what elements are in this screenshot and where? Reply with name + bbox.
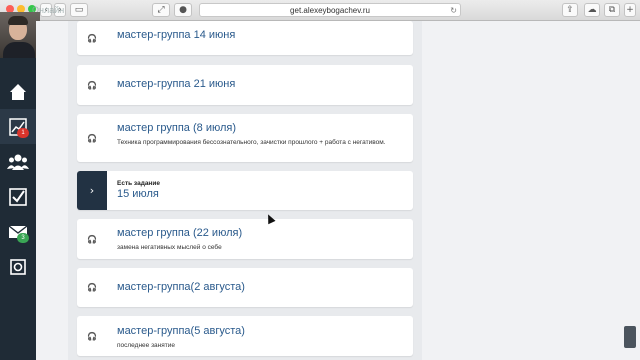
lesson-item[interactable]: 🎧 мастер-группа(5 августа) последнее зан… xyxy=(77,316,413,356)
people-icon xyxy=(7,154,29,170)
home-icon xyxy=(10,83,26,100)
lesson-item[interactable]: 🎧 мастер-группа 14 июня xyxy=(77,21,413,55)
lesson-title: 15 июля xyxy=(117,188,159,200)
audio-icon: 🎧 xyxy=(87,80,97,90)
fullscreen-icon[interactable]: ⤢ xyxy=(152,3,170,17)
lesson-title: мастер группа (22 июля) xyxy=(117,227,243,239)
reload-icon[interactable]: ↻ xyxy=(450,4,457,17)
audio-icon: 🎧 xyxy=(87,133,97,143)
browser-toolbar: ‹ › ▭ ⤢ ● get.alexeybogachev.ru ↻ ⇪ ☁ ⧉ … xyxy=(0,0,640,21)
lesson-item[interactable]: 🎧 мастер группа (8 июля) Техника програм… xyxy=(77,114,413,162)
new-tab-button[interactable]: + xyxy=(624,3,636,17)
extension-icon[interactable]: ● xyxy=(174,3,192,17)
webcam-overlay xyxy=(0,12,40,58)
lesson-description: замена негативных мыслей о себе xyxy=(117,244,222,251)
scroll-handle[interactable] xyxy=(624,326,636,348)
lesson-item[interactable]: 🎧 мастер-группа 21 июня xyxy=(77,65,413,105)
cloud-icon[interactable]: ☁ xyxy=(584,3,600,17)
task-label: Есть задание xyxy=(117,180,160,187)
share-icon[interactable]: ⇪ xyxy=(562,3,578,17)
sidebar: 1 3 xyxy=(0,56,36,360)
audio-icon: 🎧 xyxy=(87,234,97,244)
audio-icon: 🎧 xyxy=(87,33,97,43)
lesson-description: последнее занятие xyxy=(117,342,175,349)
main-content: 🎧 мастер-группа 14 июня 🎧 мастер-группа … xyxy=(36,21,640,360)
sidebar-item-community[interactable] xyxy=(0,144,36,179)
gear-icon xyxy=(10,258,26,275)
sidebar-item-settings[interactable] xyxy=(0,249,36,284)
lesson-item[interactable]: 🎧 мастер группа (22 июля) замена негатив… xyxy=(77,219,413,259)
lesson-title: мастер-группа 14 июня xyxy=(117,29,236,41)
audio-icon: 🎧 xyxy=(87,283,97,292)
messages-badge: 3 xyxy=(17,233,29,243)
lesson-title: мастер-группа 21 июня xyxy=(117,78,236,90)
lesson-title: мастер группа (8 июля) xyxy=(117,122,237,134)
chevron-right-icon: › xyxy=(77,171,107,210)
lesson-item-task[interactable]: › Есть задание 15 июля xyxy=(77,171,413,210)
sidebar-item-progress[interactable]: 1 xyxy=(0,109,36,144)
progress-badge: 1 xyxy=(17,128,29,138)
sidebar-item-home[interactable] xyxy=(0,74,36,109)
address-bar[interactable]: get.alexeybogachev.ru ↻ xyxy=(199,3,461,17)
audio-icon: 🎧 xyxy=(87,331,97,341)
lesson-title: мастер-группа(5 августа) xyxy=(117,325,245,337)
lesson-item[interactable]: 🎧 мастер-группа(2 августа) xyxy=(77,268,413,307)
lesson-description: Техника программирования бессознательног… xyxy=(117,139,386,146)
sidebar-item-messages[interactable]: 3 xyxy=(0,214,36,249)
url-text: get.alexeybogachev.ru xyxy=(290,6,370,15)
lesson-title: мастер-группа(2 августа) xyxy=(117,281,245,293)
tabs-icon[interactable]: ⧉ xyxy=(604,3,620,17)
sidebar-item-tasks[interactable] xyxy=(0,179,36,214)
checkbox-icon xyxy=(9,187,27,206)
sidebar-toggle-icon[interactable]: ▭ xyxy=(70,3,88,17)
